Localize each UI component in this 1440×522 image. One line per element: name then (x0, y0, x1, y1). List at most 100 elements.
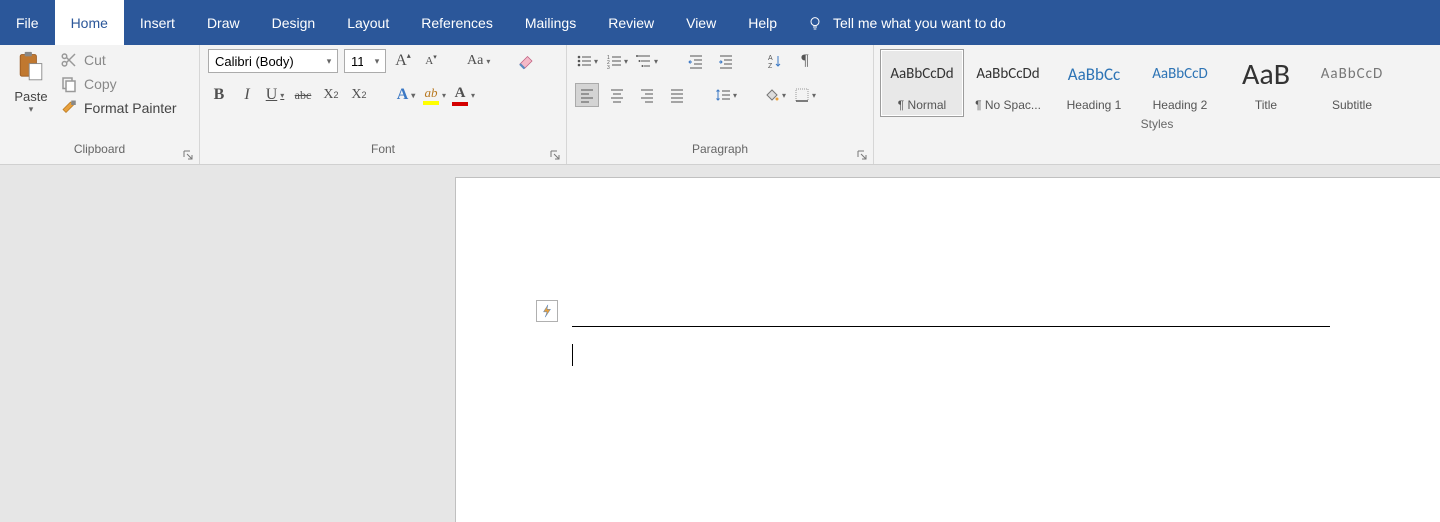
number-list-icon: 123 (606, 53, 622, 69)
italic-button[interactable]: I (236, 83, 258, 107)
align-center-button[interactable] (605, 83, 629, 107)
paste-button[interactable]: Paste ▾ (8, 49, 54, 142)
ribbon: Paste ▾ Cut Copy (0, 45, 1440, 165)
document-page[interactable] (455, 177, 1440, 522)
format-painter-label: Format Painter (84, 100, 177, 116)
font-color-button[interactable]: A (452, 83, 475, 107)
tab-help[interactable]: Help (732, 0, 793, 45)
decrease-indent-button[interactable] (684, 49, 708, 73)
style-heading-2[interactable]: AaBbCcDHeading 2 (1138, 49, 1222, 117)
grow-font-button[interactable]: A▴ (392, 49, 414, 73)
style-name-label: Heading 2 (1153, 98, 1208, 116)
style-name-label: Subtitle (1332, 98, 1372, 116)
shading-button[interactable]: ▾ (763, 83, 787, 107)
subscript-button[interactable]: X2 (320, 83, 342, 107)
tab-layout[interactable]: Layout (331, 0, 405, 45)
underline-button[interactable]: U (264, 83, 286, 107)
copy-icon (60, 75, 78, 93)
font-name-input[interactable] (209, 50, 321, 72)
tab-home[interactable]: Home (55, 0, 124, 45)
justify-button[interactable] (665, 83, 689, 107)
menu-bar: FileHomeInsertDrawDesignLayoutReferences… (0, 0, 1440, 45)
style-sample: AaBbCcD (1321, 50, 1383, 98)
tab-mailings[interactable]: Mailings (509, 0, 592, 45)
paintbrush-icon (60, 99, 78, 117)
paint-bucket-icon (764, 87, 780, 103)
paragraph-dialog-launcher[interactable] (855, 148, 869, 162)
group-font: ▾ ▾ A▴ A▾ Aa B I (200, 45, 567, 164)
tab-view[interactable]: View (670, 0, 732, 45)
cut-button[interactable]: Cut (60, 51, 177, 69)
highlight-color-button[interactable]: ab (423, 83, 446, 107)
line-spacing-button[interactable]: ▾ (714, 83, 738, 107)
style-subtitle[interactable]: AaBbCcDSubtitle (1310, 49, 1394, 117)
font-size-dropdown[interactable]: ▾ (369, 56, 385, 67)
tab-review[interactable]: Review (592, 0, 670, 45)
align-right-icon (639, 87, 655, 103)
style-sample: AaBbCcD (1152, 50, 1207, 98)
style--no-spac-[interactable]: AaBbCcDd¶ No Spac... (966, 49, 1050, 117)
horizontal-rule (572, 326, 1330, 327)
show-hide-marks-button[interactable]: ¶ (793, 49, 817, 73)
text-cursor (572, 344, 573, 366)
clipboard-icon (16, 51, 46, 87)
style-title[interactable]: AaBTitle (1224, 49, 1308, 117)
tab-insert[interactable]: Insert (124, 0, 191, 45)
clear-formatting-button[interactable] (515, 49, 537, 73)
paste-label: Paste (14, 89, 47, 104)
sort-icon: AZ (767, 53, 783, 69)
scissors-icon (60, 51, 78, 69)
font-size-combo[interactable]: ▾ (344, 49, 386, 73)
style-name-label: ¶ Normal (898, 98, 946, 116)
tell-me-label: Tell me what you want to do (833, 15, 1006, 31)
autocorrect-options-button[interactable] (536, 300, 558, 322)
lightbulb-icon (807, 15, 823, 31)
tab-file[interactable]: File (0, 0, 55, 45)
align-left-button[interactable] (575, 83, 599, 107)
format-painter-button[interactable]: Format Painter (60, 99, 177, 117)
copy-button[interactable]: Copy (60, 75, 177, 93)
clipboard-dialog-launcher[interactable] (181, 148, 195, 162)
tab-references[interactable]: References (405, 0, 509, 45)
document-canvas (0, 165, 1440, 522)
justify-icon (669, 87, 685, 103)
tab-design[interactable]: Design (256, 0, 332, 45)
increase-indent-button[interactable] (714, 49, 738, 73)
style-sample: AaBbCcDd (976, 50, 1039, 98)
style-sample: AaBbCcDd (890, 50, 953, 98)
bold-button[interactable]: B (208, 83, 230, 107)
svg-text:A: A (768, 55, 773, 62)
borders-icon (794, 87, 810, 103)
superscript-button[interactable]: X2 (348, 83, 370, 107)
sort-button[interactable]: AZ (763, 49, 787, 73)
copy-label: Copy (84, 76, 117, 92)
style-heading-1[interactable]: AaBbCcHeading 1 (1052, 49, 1136, 117)
group-clipboard: Paste ▾ Cut Copy (0, 45, 200, 164)
numbering-button[interactable]: 123▾ (605, 49, 629, 73)
strikethrough-button[interactable]: abc (292, 83, 314, 107)
font-dialog-launcher[interactable] (548, 148, 562, 162)
multilevel-list-button[interactable]: ▾ (635, 49, 659, 73)
paste-dropdown[interactable]: ▾ (29, 104, 34, 115)
svg-text:3: 3 (607, 65, 610, 69)
tab-draw[interactable]: Draw (191, 0, 256, 45)
group-styles-label: Styles (1141, 117, 1174, 131)
font-name-dropdown[interactable]: ▾ (321, 56, 337, 67)
bullets-button[interactable]: ▾ (575, 49, 599, 73)
cut-label: Cut (84, 52, 106, 68)
font-name-combo[interactable]: ▾ (208, 49, 338, 73)
bullet-list-icon (576, 53, 592, 69)
style--normal[interactable]: AaBbCcDd¶ Normal (880, 49, 964, 117)
font-size-input[interactable] (345, 50, 369, 72)
shrink-font-button[interactable]: A▾ (420, 49, 442, 73)
text-effects-button[interactable]: A (395, 83, 417, 107)
align-right-button[interactable] (635, 83, 659, 107)
lightning-icon (540, 304, 554, 318)
group-paragraph-label: Paragraph (692, 142, 748, 156)
tell-me-search[interactable]: Tell me what you want to do (807, 0, 1006, 45)
style-name-label: Title (1255, 98, 1277, 116)
borders-button[interactable]: ▾ (793, 83, 817, 107)
change-case-button[interactable]: Aa (467, 49, 490, 73)
group-styles: AaBbCcDd¶ NormalAaBbCcDd¶ No Spac...AaBb… (874, 45, 1440, 164)
group-clipboard-label: Clipboard (74, 142, 125, 156)
